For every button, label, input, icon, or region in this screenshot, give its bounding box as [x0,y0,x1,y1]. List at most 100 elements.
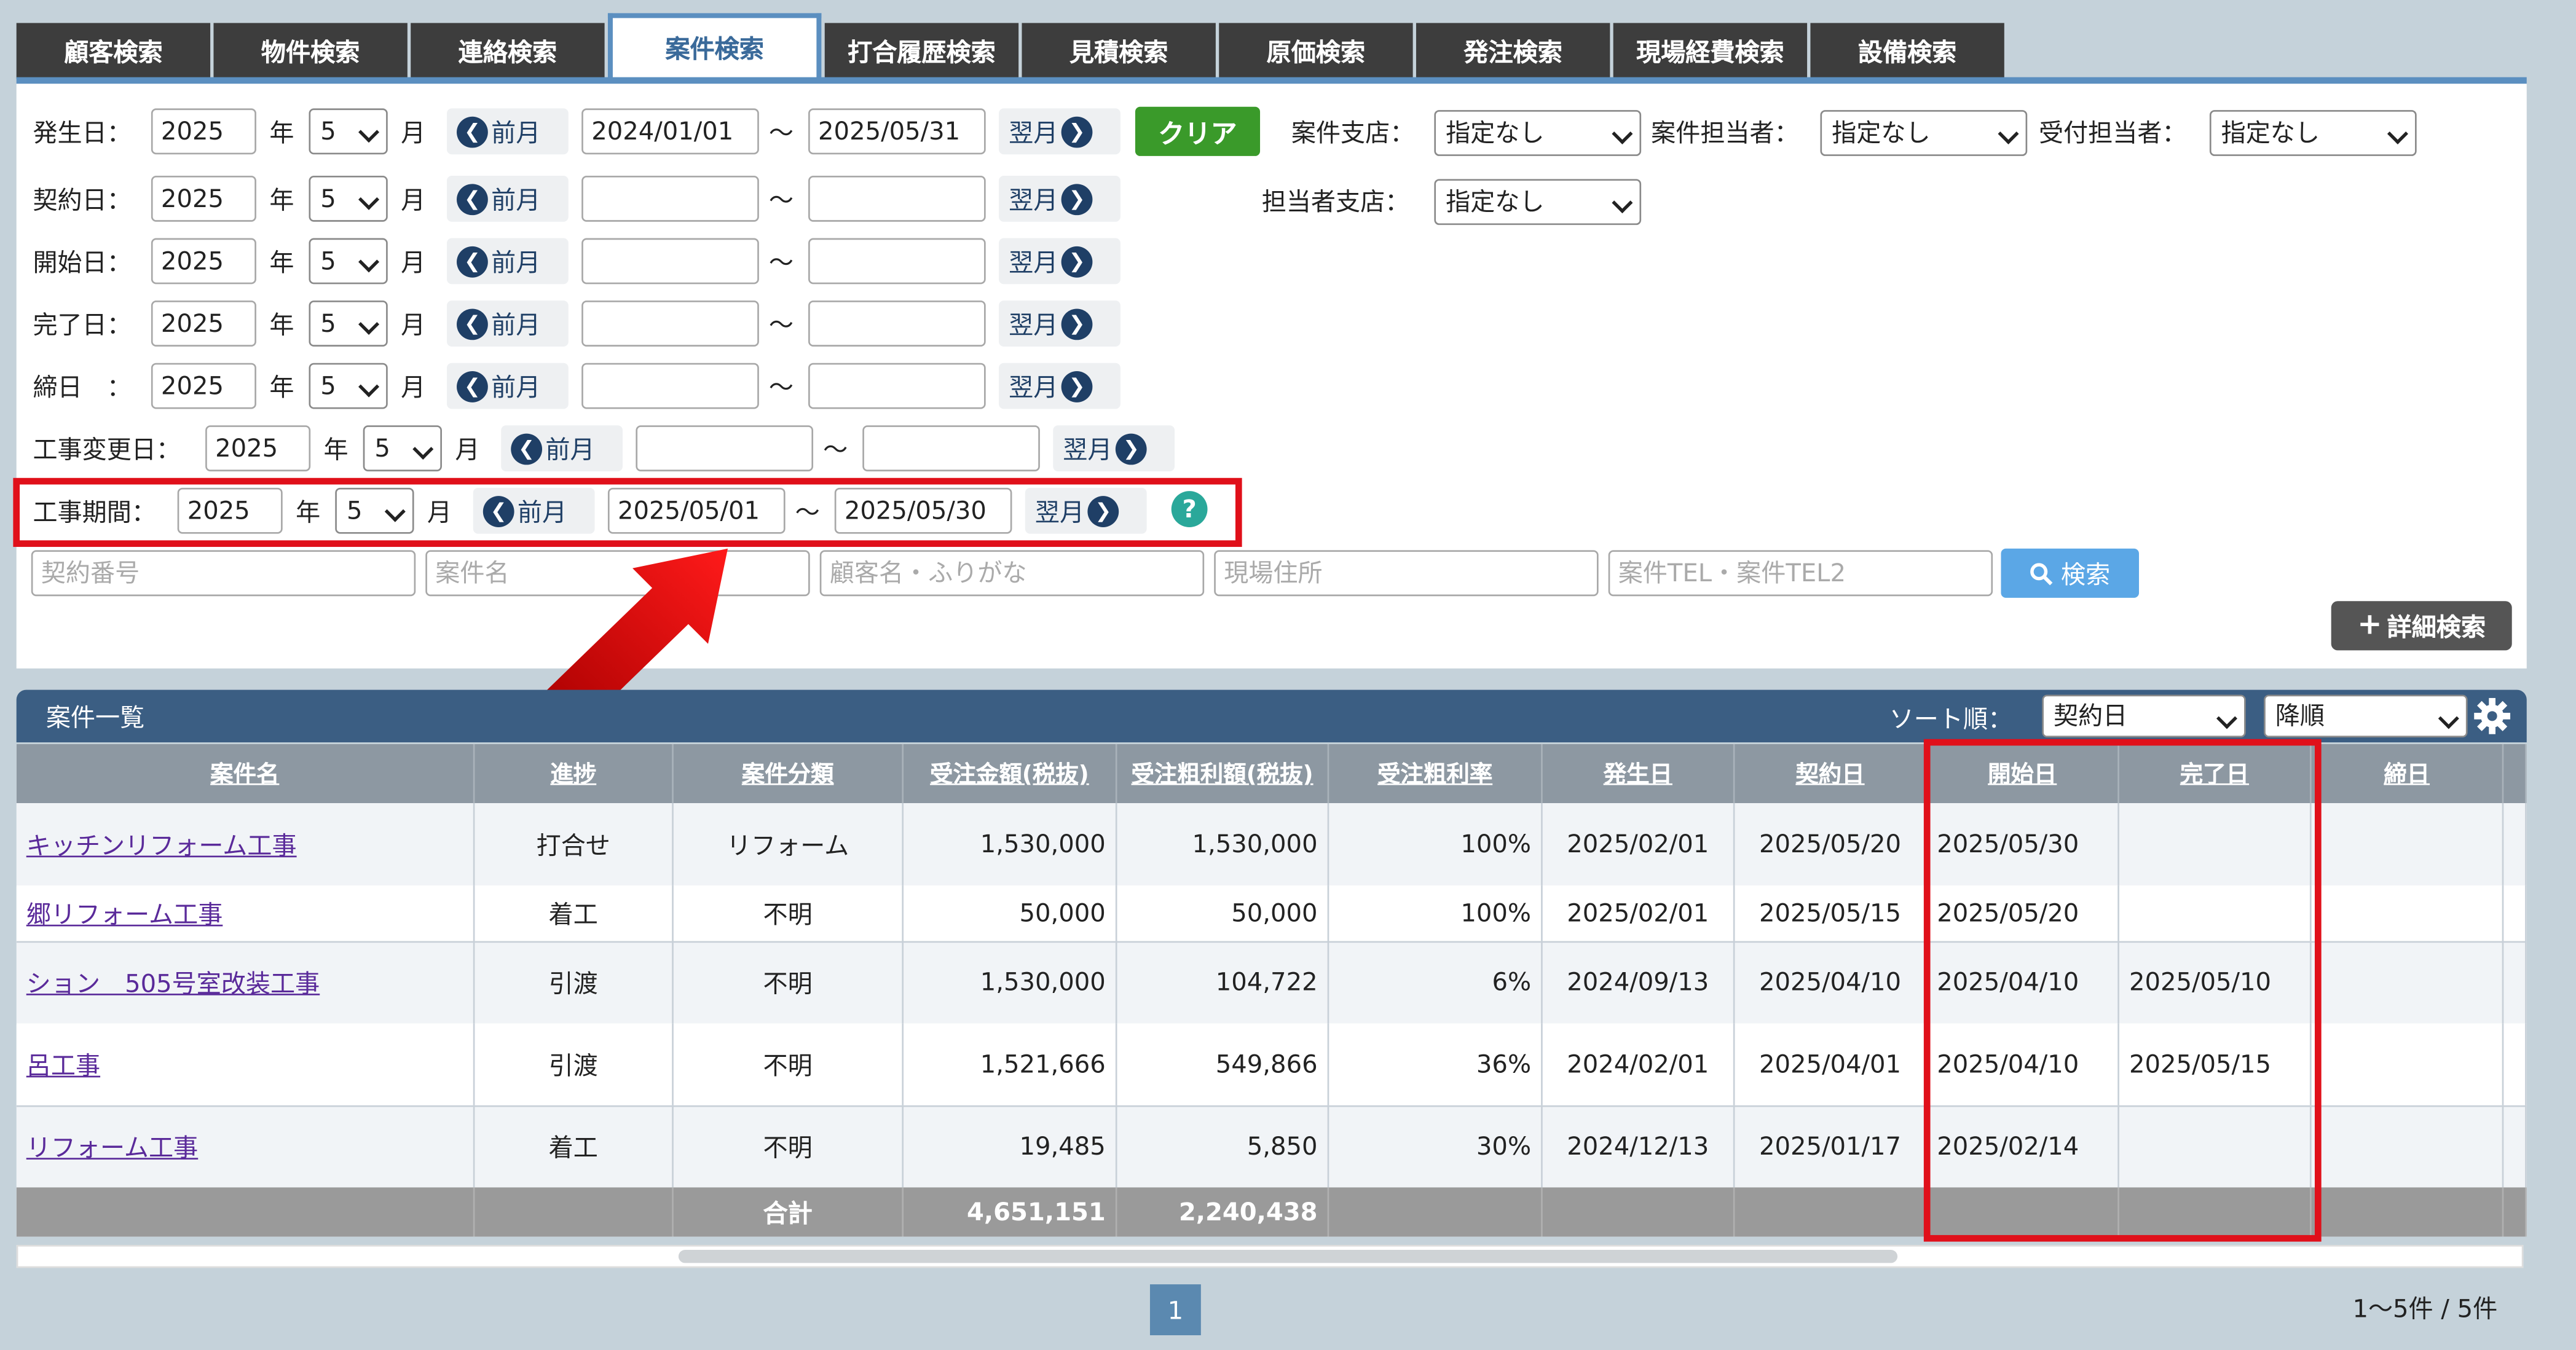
tab-5[interactable]: 見積検索 [1022,23,1216,79]
next-month-button-6[interactable]: 翌月 ❯ [1025,487,1147,534]
cell-0[interactable]: 呂工事 [17,1023,475,1105]
cell-0[interactable]: ション 505号室改装工事 [17,941,475,1024]
date-to-0[interactable]: 2025/05/31 [808,108,986,155]
prev-month-button-1[interactable]: ❮ 前月 [447,175,569,222]
case-link[interactable]: リフォーム工事 [26,1129,198,1164]
chevron-down-icon [2216,708,2237,729]
column-header-1[interactable]: 進捗 [475,744,674,803]
cell-0[interactable]: キッチンリフォーム工事 [17,803,475,885]
date-to-2[interactable] [808,238,986,285]
date-to-1[interactable] [808,175,986,222]
column-header-4[interactable]: 受注粗利額(税抜) [1117,744,1329,803]
year-input-0[interactable]: 2025 [151,108,256,155]
case-link[interactable]: ション 505号室改装工事 [26,965,320,999]
site-address-input[interactable]: 現場住所 [1214,550,1599,597]
gear-icon[interactable] [2473,696,2512,736]
month-select-2[interactable]: 5 [309,238,388,285]
cell-0[interactable]: リフォーム工事 [17,1105,475,1188]
date-from-3[interactable] [581,300,759,347]
month-select-0[interactable]: 5 [309,108,388,155]
date-to-6[interactable]: 2025/05/30 [834,487,1012,534]
prev-month-button-6[interactable]: ❮ 前月 [473,487,595,534]
cell-4: 104,722 [1117,941,1329,1024]
chevron-right-icon: ❯ [1061,370,1093,402]
date-to-5[interactable] [862,425,1040,472]
month-select-3[interactable]: 5 [309,300,388,347]
cell-4: 50,000 [1117,885,1329,941]
empty-cell [1927,1187,2119,1237]
column-header-6[interactable]: 発生日 [1543,744,1735,803]
staff-branch-select[interactable]: 指定なし [1434,179,1642,226]
column-header-9[interactable]: 完了日 [2119,744,2312,803]
date-from-1[interactable] [581,175,759,222]
search-button[interactable]: 検索 [2001,548,2139,598]
tab-6[interactable]: 原価検索 [1219,23,1413,79]
horizontal-scrollbar[interactable] [16,1244,2524,1268]
date-from-2[interactable] [581,238,759,285]
tab-2[interactable]: 連絡検索 [411,23,605,79]
order-select[interactable]: 降順 [2264,694,2468,738]
year-input-1[interactable]: 2025 [151,175,256,222]
case-link[interactable]: キッチンリフォーム工事 [26,827,297,861]
tab-0[interactable]: 顧客検索 [16,23,211,79]
chevron-left-icon: ❮ [457,245,488,277]
month-select-1[interactable]: 5 [309,175,388,222]
prev-month-button-2[interactable]: ❮ 前月 [447,238,569,285]
next-month-button-4[interactable]: 翌月 ❯ [999,363,1121,409]
staff-select[interactable]: 指定なし [1820,110,2028,156]
case-tel-input[interactable]: 案件TEL・案件TEL2 [1608,550,1993,597]
tab-8[interactable]: 現場経費検索 [1613,23,1808,79]
tab-7[interactable]: 発注検索 [1416,23,1610,79]
month-select-5[interactable]: 5 [363,425,442,472]
year-input-4[interactable]: 2025 [151,363,256,409]
prev-month-button-0[interactable]: ❮ 前月 [447,108,569,155]
cell-8: 2025/05/30 [1927,803,2119,885]
contract-number-input[interactable]: 契約番号 [31,550,416,597]
case-link[interactable]: 呂工事 [26,1047,100,1081]
month-select-4[interactable]: 5 [309,363,388,409]
tab-4[interactable]: 打合履歴検索 [824,23,1019,79]
next-month-button-1[interactable]: 翌月 ❯ [999,175,1121,222]
branch-select[interactable]: 指定なし [1434,110,1642,156]
date-from-0[interactable]: 2024/01/01 [581,108,759,155]
prev-month-button-3[interactable]: ❮ 前月 [447,300,569,347]
case-link[interactable]: 郷リフォーム工事 [26,896,223,930]
column-header-10[interactable]: 締日 [2312,744,2504,803]
year-input-5[interactable]: 2025 [205,425,311,472]
page-button-1[interactable]: 1 [1149,1284,1201,1335]
tab-3[interactable]: 案件検索 [607,13,822,79]
year-input-3[interactable]: 2025 [151,300,256,347]
date-from-6[interactable]: 2025/05/01 [607,487,786,534]
cell-0[interactable]: 郷リフォーム工事 [17,885,475,941]
column-header-2[interactable]: 案件分類 [674,744,904,803]
next-month-button-0[interactable]: 翌月 ❯ [999,108,1121,155]
empty-cell [2312,1187,2504,1237]
column-header-0[interactable]: 案件名 [17,744,475,803]
sort-select[interactable]: 契約日 [2042,694,2246,738]
date-to-3[interactable] [808,300,986,347]
column-header-8[interactable]: 開始日 [1927,744,2119,803]
date-to-4[interactable] [808,363,986,409]
column-header-5[interactable]: 受注粗利率 [1329,744,1543,803]
column-header-3[interactable]: 受注金額(税抜) [904,744,1117,803]
tab-9[interactable]: 設備検索 [1810,23,2004,79]
scrollbar-thumb[interactable] [678,1250,1898,1263]
date-from-5[interactable] [636,425,814,472]
next-month-button-3[interactable]: 翌月 ❯ [999,300,1121,347]
help-icon[interactable]: ? [1171,491,1208,527]
customer-name-input[interactable]: 顧客名・ふりがな [819,550,1205,597]
reception-select[interactable]: 指定なし [2209,110,2417,156]
month-select-6[interactable]: 5 [335,487,414,534]
next-month-button-2[interactable]: 翌月 ❯ [999,238,1121,285]
clear-button[interactable]: クリア [1135,106,1261,156]
prev-month-button-5[interactable]: ❮ 前月 [501,425,623,472]
prev-month-button-4[interactable]: ❮ 前月 [447,363,569,409]
tab-1[interactable]: 物件検索 [213,23,408,79]
detail-search-button[interactable]: + 詳細検索 [2331,601,2512,651]
date-from-4[interactable] [581,363,759,409]
column-header-7[interactable]: 契約日 [1735,744,1928,803]
year-input-6[interactable]: 2025 [177,487,283,534]
sort-label: ソート順： [1889,704,2013,734]
year-input-2[interactable]: 2025 [151,238,256,285]
next-month-button-5[interactable]: 翌月 ❯ [1053,425,1175,472]
